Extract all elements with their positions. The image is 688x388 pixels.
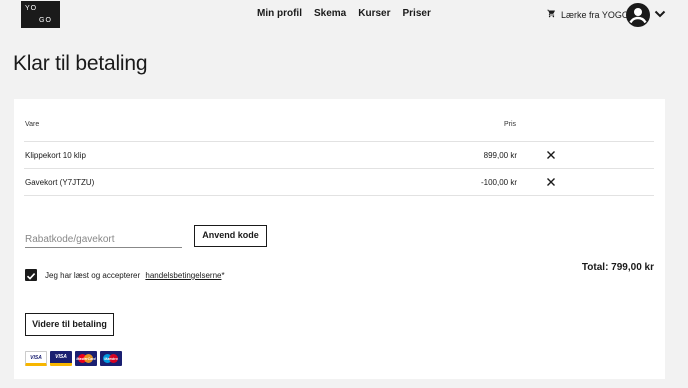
divider (24, 168, 654, 169)
item-name: Gavekort (Y7JTZU) (25, 178, 95, 187)
item-price: -100,00 kr (480, 178, 517, 187)
checkmark-icon (26, 273, 36, 280)
main-nav: Min profil Skema Kurser Priser (257, 8, 431, 19)
divider (24, 195, 654, 196)
maestro-icon: Maestro (100, 351, 122, 366)
visa-icon: VISA (25, 351, 47, 366)
total-amount: Total: 799,00 kr (581, 262, 654, 273)
cart-icon[interactable] (547, 9, 556, 18)
terms-text: Jeg har læst og accepterer handelsbeting… (45, 271, 225, 280)
discount-code-input[interactable] (25, 231, 182, 248)
logo-top: YO (25, 5, 38, 12)
page-title: Klar til betaling (13, 52, 148, 75)
logo-bottom: GO (39, 17, 52, 24)
terms-checkbox[interactable] (25, 269, 37, 281)
nav-skema[interactable]: Skema (314, 8, 346, 19)
top-bar: YO GO Min profil Skema Kurser Priser Lær… (0, 0, 688, 30)
required-mark: * (221, 271, 225, 280)
apply-code-button[interactable]: Anvend kode (194, 225, 267, 247)
nav-priser[interactable]: Priser (403, 8, 431, 19)
visa-electron-icon: VISA (50, 351, 72, 366)
terms-prefix: Jeg har læst og accepterer (45, 271, 141, 280)
column-header-price: Pris (504, 121, 517, 128)
nav-min-profil[interactable]: Min profil (257, 8, 302, 19)
remove-item-icon[interactable] (546, 150, 556, 160)
column-header-item: Vare (25, 121, 40, 128)
user-avatar-icon[interactable] (626, 3, 650, 27)
continue-to-payment-button[interactable]: Videre til betaling (25, 313, 114, 336)
checkout-card: Vare Pris Klippekort 10 klip 899,00 kr G… (14, 99, 665, 379)
payment-methods: VISA VISA MasterCard Maestro (25, 351, 122, 366)
item-name: Klippekort 10 klip (25, 151, 86, 160)
nav-kurser[interactable]: Kurser (358, 8, 390, 19)
logo[interactable]: YO GO (21, 1, 60, 28)
divider (24, 141, 654, 142)
mastercard-icon: MasterCard (75, 351, 97, 366)
item-price: 899,00 kr (483, 151, 517, 160)
remove-item-icon[interactable] (546, 177, 556, 187)
chevron-down-icon[interactable] (654, 9, 666, 19)
user-label[interactable]: Lærke fra YOGO (561, 10, 629, 20)
terms-link[interactable]: handelsbetingelserne (145, 271, 221, 280)
